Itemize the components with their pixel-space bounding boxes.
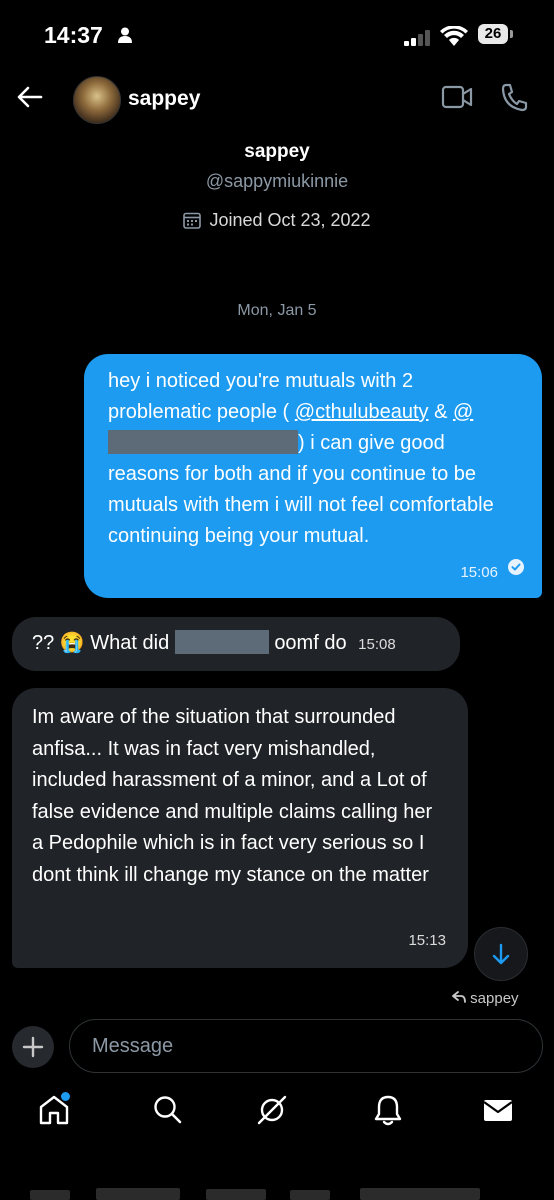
seen-by-name: sappey (470, 990, 519, 1007)
date-separator: Mon, Jan 5 (237, 302, 317, 319)
avatar[interactable] (73, 76, 121, 124)
arrow-down-icon (492, 943, 510, 965)
add-attachment-button[interactable] (12, 1026, 54, 1068)
scroll-to-bottom-button[interactable] (474, 927, 528, 981)
wifi-icon (440, 25, 468, 51)
joined-label: Joined Oct 23, 2022 (209, 210, 371, 230)
battery-indicator: 26 (478, 24, 508, 44)
notification-dot (61, 1092, 70, 1101)
calendar-icon (183, 212, 202, 229)
search-icon[interactable] (150, 1092, 186, 1133)
person-icon (118, 27, 132, 48)
message-text: Im aware of the situation that surrounde… (32, 706, 433, 886)
redaction-box (108, 430, 298, 454)
read-check-icon (508, 554, 524, 585)
profile-handle: @sappymiukinnie (205, 171, 349, 191)
video-call-icon[interactable] (441, 84, 473, 115)
signal-icon (404, 30, 432, 51)
battery-tip (510, 30, 513, 38)
message-time: 15:08 (358, 636, 396, 653)
grok-icon[interactable] (254, 1092, 290, 1133)
notifications-icon[interactable] (370, 1092, 406, 1133)
header-name[interactable]: sappey (128, 87, 200, 111)
received-message-bubble[interactable]: ?? 😭 What did oomf do 15:08 (12, 617, 460, 671)
cut-off-text-fragment (30, 1188, 480, 1200)
message-time: 15:13 (408, 931, 446, 949)
phone-call-icon[interactable] (500, 82, 528, 117)
message-text: oomf do (274, 632, 347, 654)
back-arrow-icon[interactable] (14, 82, 44, 117)
message-text: & (428, 401, 453, 423)
seen-by-indicator: sappey (452, 990, 519, 1007)
message-input[interactable]: Message (69, 1019, 543, 1073)
joined-date: Joined Oct 23, 2022 (0, 210, 554, 231)
status-time: 14:37 (44, 22, 103, 48)
mention-link[interactable]: @cthulubeauty (295, 401, 429, 423)
reply-arrow-icon (452, 991, 466, 1003)
message-text: ?? 😭 What did (32, 632, 170, 654)
message-time: 15:06 (460, 564, 498, 581)
redaction-box (174, 630, 269, 654)
received-message-bubble[interactable]: Im aware of the situation that surrounde… (12, 688, 468, 968)
sent-message-bubble[interactable]: hey i noticed you're mutuals with 2 prob… (84, 354, 542, 598)
bottom-nav (0, 1092, 554, 1140)
profile-name: sappey (244, 141, 310, 162)
messages-icon[interactable] (480, 1092, 516, 1133)
plus-icon (22, 1036, 44, 1058)
